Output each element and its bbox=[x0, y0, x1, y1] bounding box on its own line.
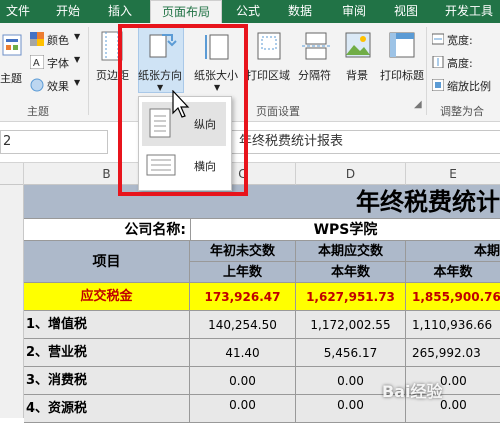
themes-group-label: 主题 bbox=[27, 105, 49, 118]
breaks-button[interactable]: 分隔符 bbox=[298, 67, 331, 83]
page-setup-dialog-launcher-icon[interactable]: ◢ bbox=[414, 99, 422, 110]
group-divider bbox=[88, 27, 89, 115]
background-button[interactable]: 背景 bbox=[346, 67, 368, 83]
width-label: 宽度: bbox=[447, 34, 473, 47]
print-titles-button[interactable]: 打印标题 bbox=[380, 67, 424, 83]
col-subheader-prior-year[interactable]: 上年数 bbox=[190, 262, 296, 283]
table-cell[interactable]: 140,254.50 bbox=[190, 311, 296, 339]
table-row-label[interactable]: 4、资源税 bbox=[24, 395, 190, 423]
company-value[interactable]: WPS学院 bbox=[190, 219, 500, 241]
ribbon-panel: 主题 颜色 ▼ A 字体 ▼ 效果 ▼ 主题 页边距 纸张方向 ▼ 纸张大小 ▼ bbox=[0, 23, 500, 122]
width-icon bbox=[432, 33, 444, 45]
formula-input[interactable]: 年终税费统计报表 bbox=[226, 130, 500, 154]
tab-home[interactable]: 开始 bbox=[48, 0, 88, 23]
scale-icon bbox=[432, 79, 444, 91]
effects-button[interactable]: 效果 bbox=[47, 78, 69, 94]
row-header-strip bbox=[0, 185, 24, 418]
col-subheader-this-year-2[interactable]: 本年数 bbox=[406, 262, 500, 283]
column-header-row: B C D E bbox=[0, 163, 500, 185]
tab-file[interactable]: 文件 bbox=[0, 0, 36, 23]
watermark-logo: Bai经验 bbox=[382, 382, 443, 401]
total-row-label[interactable]: 应交税金 bbox=[24, 283, 190, 311]
col-subheader-this-year[interactable]: 本年数 bbox=[296, 262, 406, 283]
table-cell[interactable]: 41.40 bbox=[190, 339, 296, 367]
page-setup-group-label: 页面设置 bbox=[256, 105, 300, 118]
colors-dropdown-arrow-icon[interactable]: ▼ bbox=[74, 32, 80, 41]
company-label[interactable]: 公司名称: bbox=[24, 219, 190, 241]
table-row-label[interactable]: 2、营业税 bbox=[24, 339, 190, 367]
print-area-icon[interactable] bbox=[254, 31, 284, 61]
tab-developer[interactable]: 开发工具 bbox=[438, 0, 500, 23]
effects-dropdown-arrow-icon[interactable]: ▼ bbox=[74, 78, 80, 87]
colors-icon[interactable] bbox=[30, 32, 44, 46]
tab-insert[interactable]: 插入 bbox=[100, 0, 140, 23]
ribbon-tab-bar: 文件 开始 插入 页面布局 公式 数据 审阅 视图 开发工具 bbox=[0, 0, 500, 23]
print-area-button[interactable]: 打印区域 bbox=[246, 67, 290, 83]
scale-group-label: 调整为合 bbox=[440, 105, 484, 118]
height-icon bbox=[432, 56, 444, 68]
scale-label: 缩放比例 bbox=[447, 80, 491, 93]
themes-icon[interactable] bbox=[2, 33, 22, 57]
height-label: 高度: bbox=[447, 57, 473, 70]
table-cell[interactable]: 1,172,002.55 bbox=[296, 311, 406, 339]
column-header-d[interactable]: D bbox=[296, 163, 406, 185]
themes-button[interactable]: 主题 bbox=[0, 70, 22, 86]
report-title[interactable]: 年终税费统计 bbox=[24, 185, 500, 219]
table-cell[interactable]: 1,110,936.66 bbox=[406, 311, 500, 339]
table-cell[interactable]: 265,992.03 bbox=[406, 339, 500, 367]
table-row-label[interactable]: 3、消费税 bbox=[24, 367, 190, 395]
column-header-e[interactable]: E bbox=[406, 163, 500, 185]
print-titles-icon[interactable] bbox=[388, 31, 416, 61]
tab-review[interactable]: 审阅 bbox=[334, 0, 374, 23]
fonts-dropdown-arrow-icon[interactable]: ▼ bbox=[74, 55, 80, 64]
table-row-label[interactable]: 1、增值税 bbox=[24, 311, 190, 339]
select-all-corner[interactable] bbox=[0, 163, 24, 185]
group-divider bbox=[426, 27, 427, 115]
colors-button[interactable]: 颜色 bbox=[47, 32, 69, 48]
table-cell[interactable]: 0.00 bbox=[190, 367, 296, 395]
effects-icon[interactable] bbox=[30, 78, 44, 92]
fonts-button[interactable]: 字体 bbox=[47, 55, 69, 71]
background-icon[interactable] bbox=[344, 31, 372, 61]
total-row-value[interactable]: 1,855,900.76 bbox=[406, 283, 500, 311]
fonts-icon[interactable]: A bbox=[30, 55, 44, 69]
name-box[interactable]: 2 bbox=[0, 130, 108, 154]
total-row-value[interactable]: 1,627,951.73 bbox=[296, 283, 406, 311]
table-cell[interactable]: 5,456.17 bbox=[296, 339, 406, 367]
tab-data[interactable]: 数据 bbox=[280, 0, 320, 23]
col-header-opening[interactable]: 年初未交数 bbox=[190, 241, 296, 262]
formula-bar: 2 年终税费统计报表 bbox=[0, 123, 500, 163]
tab-page-layout[interactable]: 页面布局 bbox=[150, 0, 222, 23]
tab-view[interactable]: 视图 bbox=[386, 0, 426, 23]
col-header-payable[interactable]: 本期应交数 bbox=[296, 241, 406, 262]
col-header-period[interactable]: 本期 bbox=[406, 241, 500, 262]
table-cell[interactable]: 0.00 bbox=[190, 395, 296, 423]
breaks-icon[interactable] bbox=[302, 31, 330, 61]
tab-formulas[interactable]: 公式 bbox=[228, 0, 268, 23]
total-row-value[interactable]: 173,926.47 bbox=[190, 283, 296, 311]
annotation-highlight-box bbox=[118, 24, 248, 196]
item-header[interactable]: 项目 bbox=[24, 241, 190, 283]
svg-text:A: A bbox=[33, 58, 40, 69]
